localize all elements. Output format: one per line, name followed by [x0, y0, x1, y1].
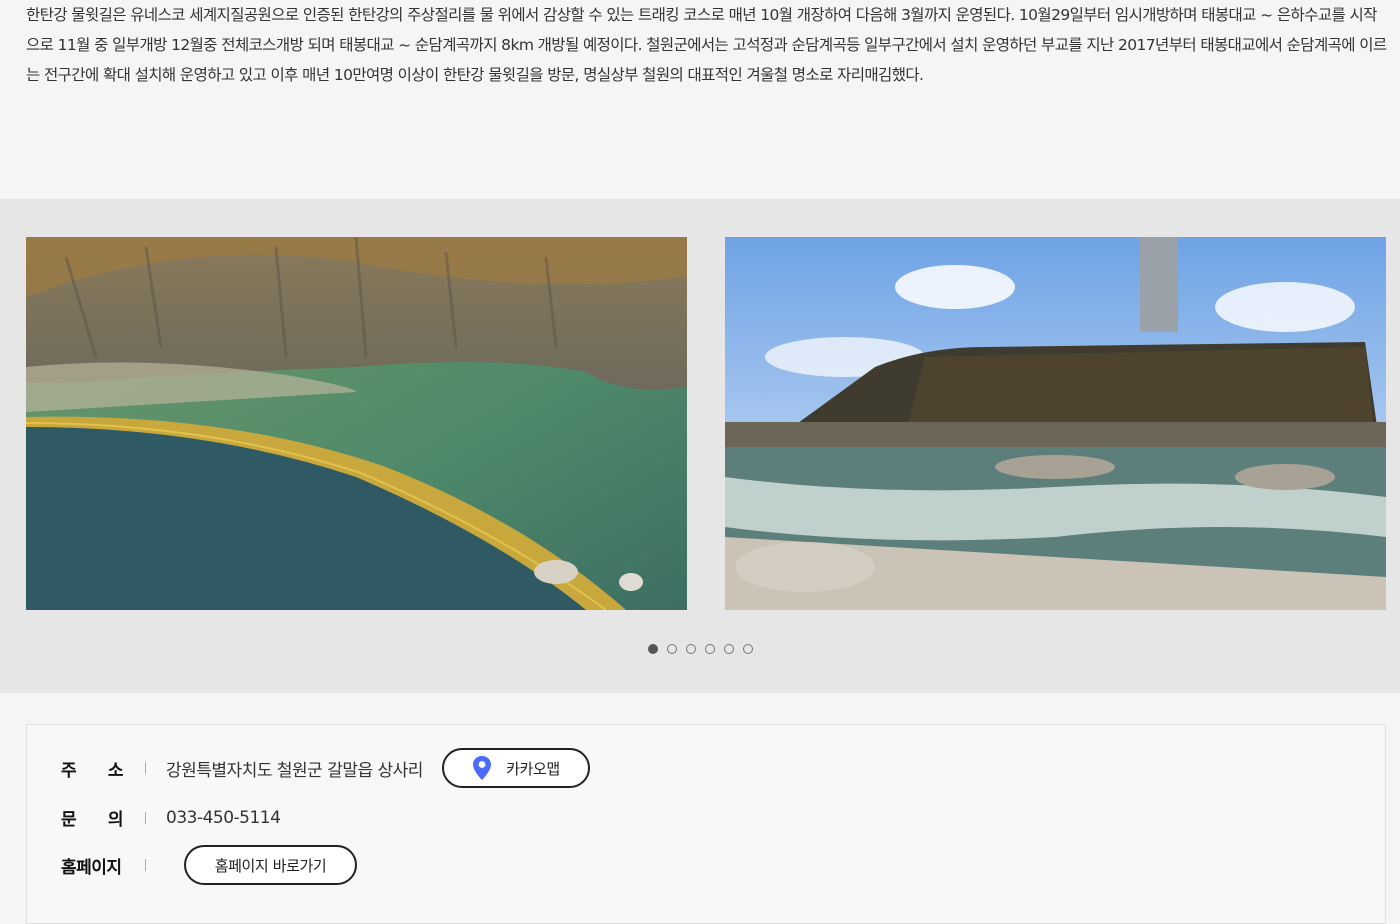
pagination-dot-4[interactable] — [704, 644, 715, 654]
address-label: 주소 — [61, 760, 124, 781]
divider — [145, 762, 146, 774]
gallery-slide-2[interactable] — [725, 237, 1386, 610]
divider — [145, 859, 146, 871]
info-panel: 주소 강원특별자치도 철원군 갈말읍 상사리 카카오맵 문의 033-450-5… — [26, 724, 1386, 924]
gallery-image-2 — [725, 237, 1386, 610]
divider — [145, 811, 146, 824]
phone-value: 033-450-5114 — [166, 807, 281, 828]
phone-label: 문의 — [61, 810, 124, 830]
address-row: 주소 강원특별자치도 철원군 갈말읍 상사리 카카오맵 — [61, 748, 590, 788]
pagination-dot-2[interactable] — [666, 644, 677, 654]
description-text: 한탄강 물윗길은 유네스코 세계지질공원으로 인증된 한탄강의 주상절리를 물 … — [26, 6, 1387, 84]
homepage-button[interactable]: 홈페이지 바로가기 — [184, 845, 357, 885]
kakao-map-button[interactable]: 카카오맵 — [441, 748, 590, 788]
photo-gallery — [0, 199, 1400, 693]
pagination-dot-5[interactable] — [723, 644, 734, 654]
gallery-image-1 — [26, 237, 687, 610]
pagination-dot-6[interactable] — [742, 644, 753, 654]
map-pin-icon — [473, 756, 492, 780]
kakao-map-label: 카카오맵 — [506, 759, 560, 778]
gallery-pagination — [0, 644, 1400, 654]
gallery-slide-1[interactable] — [26, 237, 687, 610]
address-value: 강원특별자치도 철원군 갈말읍 상사리 — [166, 760, 423, 781]
pagination-dot-1[interactable] — [647, 644, 658, 654]
phone-row: 문의 033-450-5114 — [61, 805, 281, 831]
pagination-dot-3[interactable] — [685, 644, 696, 654]
homepage-row: 홈페이지 홈페이지 바로가기 — [61, 845, 357, 885]
homepage-label: 홈페이지 — [61, 857, 122, 878]
